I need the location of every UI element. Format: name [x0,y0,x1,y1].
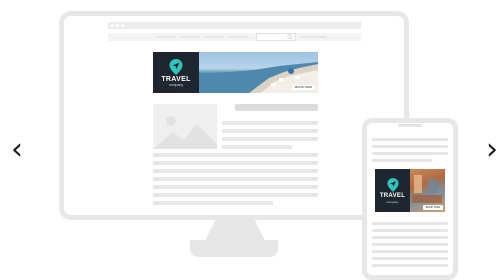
browser-tab-bar [108,22,361,29]
monitor-stand-base [190,240,278,257]
search-icon [287,34,293,40]
text-line [372,145,448,148]
ad-tagline: company [386,199,399,204]
text-line [153,185,318,189]
nav-menu-item [204,36,224,38]
chevron-right-icon: › [486,131,497,167]
nav-menu-item [300,36,326,38]
carousel-next-button[interactable]: › [486,131,497,167]
text-line [153,177,318,181]
text-line [153,193,318,197]
text-line [372,229,448,232]
ad-cta-button[interactable]: BOOK NOW [422,205,443,210]
ad-logo: TRAVEL company [375,169,410,212]
text-line [372,222,448,225]
ad-brand: TRAVEL [161,75,191,83]
ad-logo: TRAVEL company [153,52,199,93]
text-line [153,201,273,205]
chevron-left-icon: ‹ [11,131,23,167]
article-image-placeholder [153,104,217,149]
text-line [222,121,318,125]
text-line [153,161,318,165]
mobile-travel-ad-banner[interactable]: TRAVEL company BOOK NOW [375,169,445,212]
desktop-travel-ad-banner[interactable]: TRAVEL company BOOK NOW [153,52,318,93]
ad-tagline: company [168,82,184,87]
nav-menu-item [180,36,200,38]
ad-photo: BOOK NOW [199,52,318,93]
image-placeholder-icon [153,116,217,149]
text-line [222,145,292,149]
phone-speaker [398,124,422,127]
ad-brand: TRAVEL [379,192,406,199]
text-line [222,129,318,133]
text-line [372,257,448,260]
text-line [372,250,448,253]
ad-photo: BOOK NOW [410,169,445,212]
text-line [372,152,448,155]
map-pin-icon [169,58,183,75]
nav-menu-item [228,36,248,38]
text-line [222,137,318,141]
article-heading [235,104,318,111]
ad-cta-button[interactable]: BOOK NOW [292,85,315,90]
monitor-stand-neck [205,219,265,241]
text-line [372,264,448,267]
nav-menu-item [156,36,176,38]
text-line [372,236,448,239]
browser-window-dots [111,24,125,27]
text-line [153,169,318,173]
carousel-prev-button[interactable]: ‹ [5,131,29,167]
text-line [372,159,432,162]
text-line [153,153,318,157]
text-line [372,243,448,246]
text-line [372,138,448,141]
map-pin-icon [386,177,399,192]
